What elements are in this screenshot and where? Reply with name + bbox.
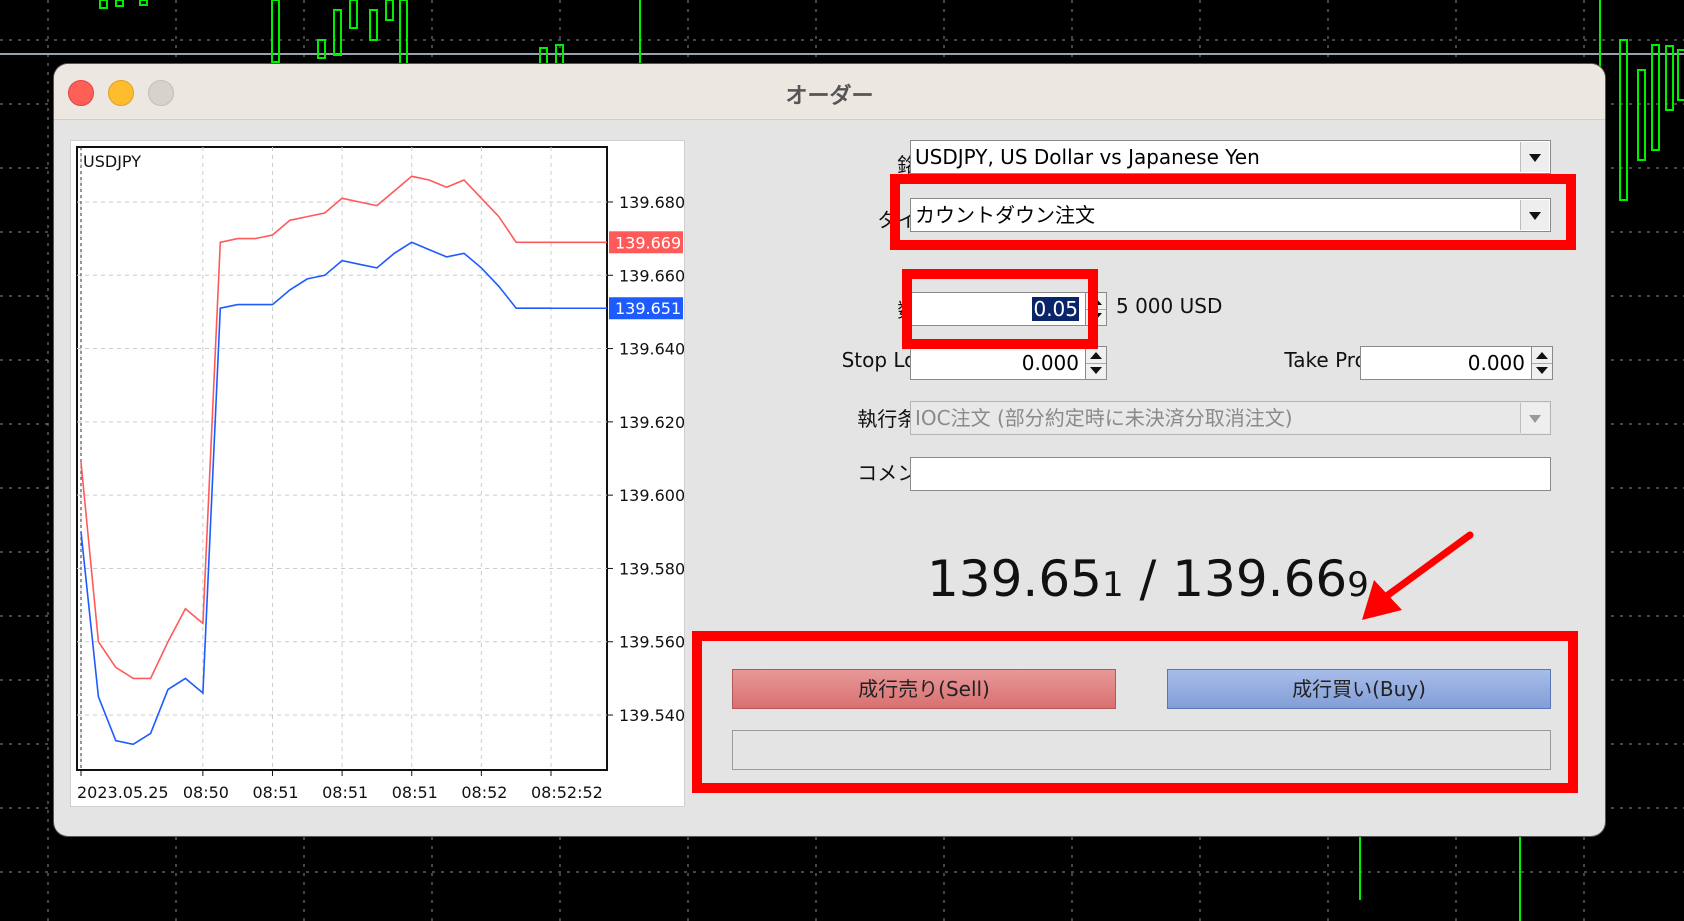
chevron-down-icon[interactable] [1520, 403, 1549, 433]
ask-price-pip: 9 [1347, 565, 1369, 605]
fill-policy-select[interactable]: IOC注文 (部分約定時に未決済分取消注文) [910, 401, 1551, 435]
bg-candle [333, 9, 342, 56]
take-profit-stepper[interactable] [1531, 346, 1553, 380]
bg-candle [139, 0, 148, 6]
chevron-down-icon[interactable] [1520, 200, 1549, 230]
bg-candle [539, 47, 548, 65]
market-buy-button[interactable]: 成行買い(Buy) [1167, 669, 1551, 709]
volume-value: 0.05 [1032, 297, 1079, 321]
order-type-select[interactable]: カウントダウン注文 [910, 198, 1551, 232]
quote-separator: / [1123, 550, 1173, 608]
title-bar: オーダー [54, 64, 1605, 120]
bid-price: 139.65 [927, 550, 1102, 608]
bg-candle [1619, 39, 1628, 201]
symbol-select[interactable]: USDJPY, US Dollar vs Japanese Yen [910, 140, 1551, 174]
stop-loss-value: 0.000 [1021, 351, 1079, 375]
price-tick-label: 139.560 [619, 633, 684, 652]
stop-loss-stepper[interactable] [1085, 346, 1107, 380]
bg-candle [99, 0, 108, 9]
market-sell-button[interactable]: 成行売り(Sell) [732, 669, 1116, 709]
ask-price: 139.66 [1172, 550, 1348, 608]
quote-display: 139.651 / 139.669 [927, 550, 1369, 608]
price-tick-label: 139.600 [619, 486, 684, 505]
stop-loss-input[interactable]: 0.000 [910, 346, 1086, 380]
price-tick-label: 139.580 [619, 559, 684, 578]
price-tick-label: 139.660 [619, 266, 684, 285]
price-tick-label: 139.540 [619, 706, 684, 725]
bg-candle [1637, 69, 1646, 161]
bg-candle [271, 0, 280, 63]
bg-candle [349, 0, 358, 29]
tick-chart: 139.680 139.660 139.640 139.620 139.600 139.5… [76, 146, 684, 802]
bg-candle [317, 39, 326, 59]
time-tick-label: 08:52:52 [531, 783, 603, 802]
chevron-down-icon[interactable] [1520, 142, 1549, 172]
bg-candle [1677, 49, 1684, 101]
bg-candle [385, 0, 394, 21]
window-title: オーダー [785, 84, 874, 109]
time-tick-label: 08:51 [322, 783, 368, 802]
ask-price-badge: 139.669 [615, 233, 681, 252]
bg-candle [369, 9, 378, 41]
time-tick-label: 2023.05.25 [77, 783, 169, 802]
bid-price-badge: 139.651 [615, 299, 681, 318]
price-tick-label: 139.620 [619, 413, 684, 432]
tick-chart-panel: 139.680 139.660 139.640 139.620 139.600 139.5… [70, 140, 685, 807]
volume-stepper[interactable] [1085, 292, 1107, 326]
bid-price-pip: 1 [1101, 565, 1124, 605]
price-tick-label: 139.680 [619, 193, 684, 212]
bg-candle [1665, 45, 1674, 111]
symbol-select-value: USDJPY, US Dollar vs Japanese Yen [915, 145, 1260, 169]
time-tick-label: 08:51 [252, 783, 298, 802]
order-type-value: カウントダウン注文 [915, 203, 1095, 227]
chart-symbol-label: USDJPY [83, 152, 141, 171]
status-bar [732, 730, 1551, 770]
volume-note: 5 000 USD [1116, 294, 1223, 318]
order-dialog: オーダー 139.680 139.660 139.640 139.620 139.600… [54, 64, 1605, 836]
bg-candle [115, 0, 124, 7]
bg-candle [1651, 44, 1660, 151]
time-tick-label: 08:52 [461, 783, 507, 802]
volume-input[interactable]: 0.05 [910, 292, 1086, 326]
take-profit-input[interactable]: 0.000 [1360, 346, 1532, 380]
comment-input[interactable] [910, 457, 1551, 491]
time-tick-label: 08:51 [392, 783, 438, 802]
price-tick-label: 139.640 [619, 340, 684, 359]
take-profit-value: 0.000 [1467, 351, 1525, 375]
time-tick-label: 08:50 [183, 783, 229, 802]
fill-policy-value: IOC注文 (部分約定時に未決済分取消注文) [915, 406, 1293, 430]
